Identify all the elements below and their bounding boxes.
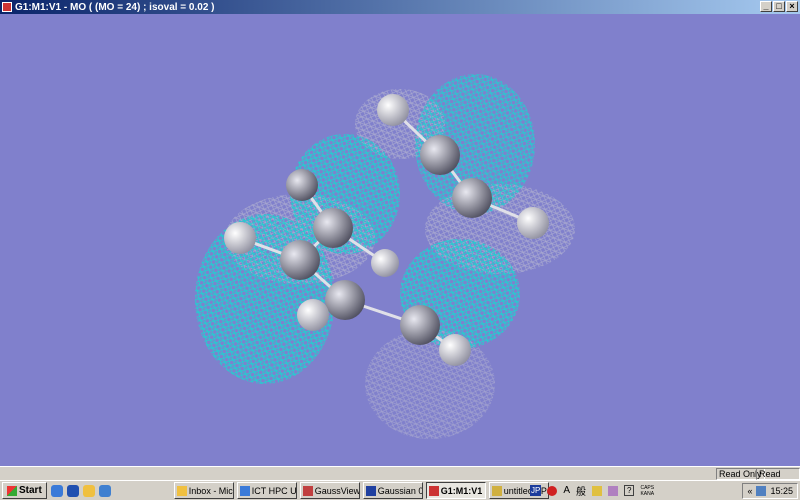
status-read-only-2: Read Only [756, 468, 800, 489]
carbon-atom [325, 280, 365, 320]
hydrogen-atom [439, 334, 471, 366]
clock[interactable]: 15:25 [770, 486, 793, 496]
mail-icon [176, 485, 187, 496]
carbon-atom [452, 178, 492, 218]
ime-tools-icon[interactable] [608, 485, 619, 496]
window-title: G1:M1:V1 - MO ( (MO = 24) ; isoval = 0.0… [15, 1, 215, 13]
system-tray: « 15:25 [742, 483, 798, 499]
minimize-button[interactable]: _ [760, 1, 772, 12]
outlook-icon[interactable] [98, 484, 111, 497]
language-bar: JP A 般 ? CAPS KANA [530, 483, 654, 498]
carbon-atom [400, 305, 440, 345]
carbon-atom [286, 169, 318, 201]
hydrogen-atom [224, 222, 256, 254]
gaussview-icon [302, 485, 313, 496]
hydrogen-atom [377, 94, 409, 126]
carbon-atom [420, 135, 460, 175]
hydrogen-atom [517, 207, 549, 239]
task-gaussian[interactable]: Gaussian 03... [362, 482, 423, 499]
messenger-icon[interactable] [82, 484, 95, 497]
molecular-orbital-render[interactable] [0, 14, 800, 466]
input-mode-a[interactable]: A [563, 485, 570, 496]
ime-icon[interactable] [547, 485, 558, 496]
windows-logo-icon [7, 485, 17, 496]
task-gaussview[interactable]: GaussView ... [299, 482, 360, 499]
network-icon[interactable] [756, 486, 767, 496]
paint-icon [491, 485, 502, 496]
task-g1m1v1[interactable]: G1:M1:V1 -... [425, 482, 486, 499]
carbon-atom [313, 208, 353, 248]
internet-explorer-icon[interactable] [50, 484, 63, 497]
molecule-viewport[interactable] [0, 14, 800, 466]
maximize-button[interactable]: □ [773, 1, 785, 12]
gaussian-icon [365, 485, 376, 496]
show-desktop-icon[interactable] [66, 484, 79, 497]
start-button[interactable]: Start [2, 482, 47, 499]
task-inbox[interactable]: Inbox - Micr... [173, 482, 234, 499]
help-icon[interactable]: ? [624, 485, 635, 496]
ime-pad-icon[interactable] [592, 485, 603, 496]
app-icon [2, 2, 12, 12]
kana-indicator: KANA [640, 490, 655, 497]
input-language-jp[interactable]: JP [530, 485, 542, 496]
input-mode-kanji[interactable]: 般 [576, 483, 586, 498]
status-bar: Read Only Read Only [0, 466, 800, 489]
carbon-atom [280, 240, 320, 280]
title-bar: G1:M1:V1 - MO ( (MO = 24) ; isoval = 0.0… [0, 0, 800, 14]
task-ict-hpc[interactable]: ICT HPC Uti... [236, 482, 297, 499]
hydrogen-atom [371, 249, 399, 277]
taskbar: Start Inbox - Micr... ICT HPC Uti... Gau… [0, 480, 800, 500]
browser-icon [239, 485, 250, 496]
hydrogen-atom [297, 299, 329, 331]
gaussview-window-icon [428, 485, 439, 496]
close-button[interactable]: × [786, 1, 798, 12]
tray-expand-button[interactable]: « [747, 486, 752, 496]
